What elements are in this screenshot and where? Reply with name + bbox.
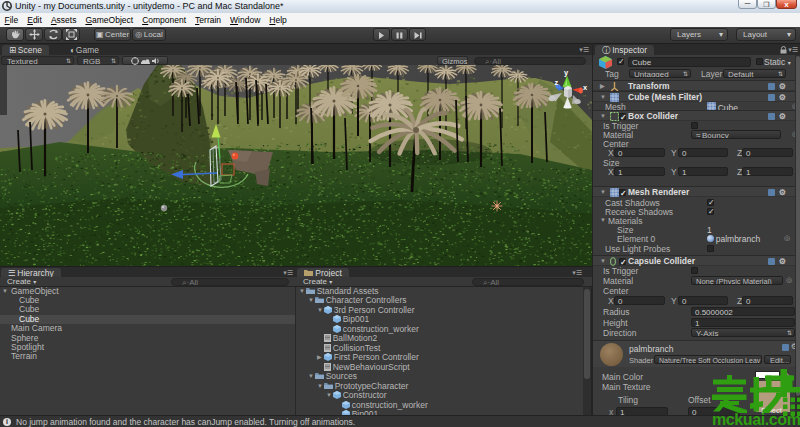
svg-text:z: z — [555, 78, 559, 87]
svg-text:mckuai.com: mckuai.com — [712, 411, 800, 427]
